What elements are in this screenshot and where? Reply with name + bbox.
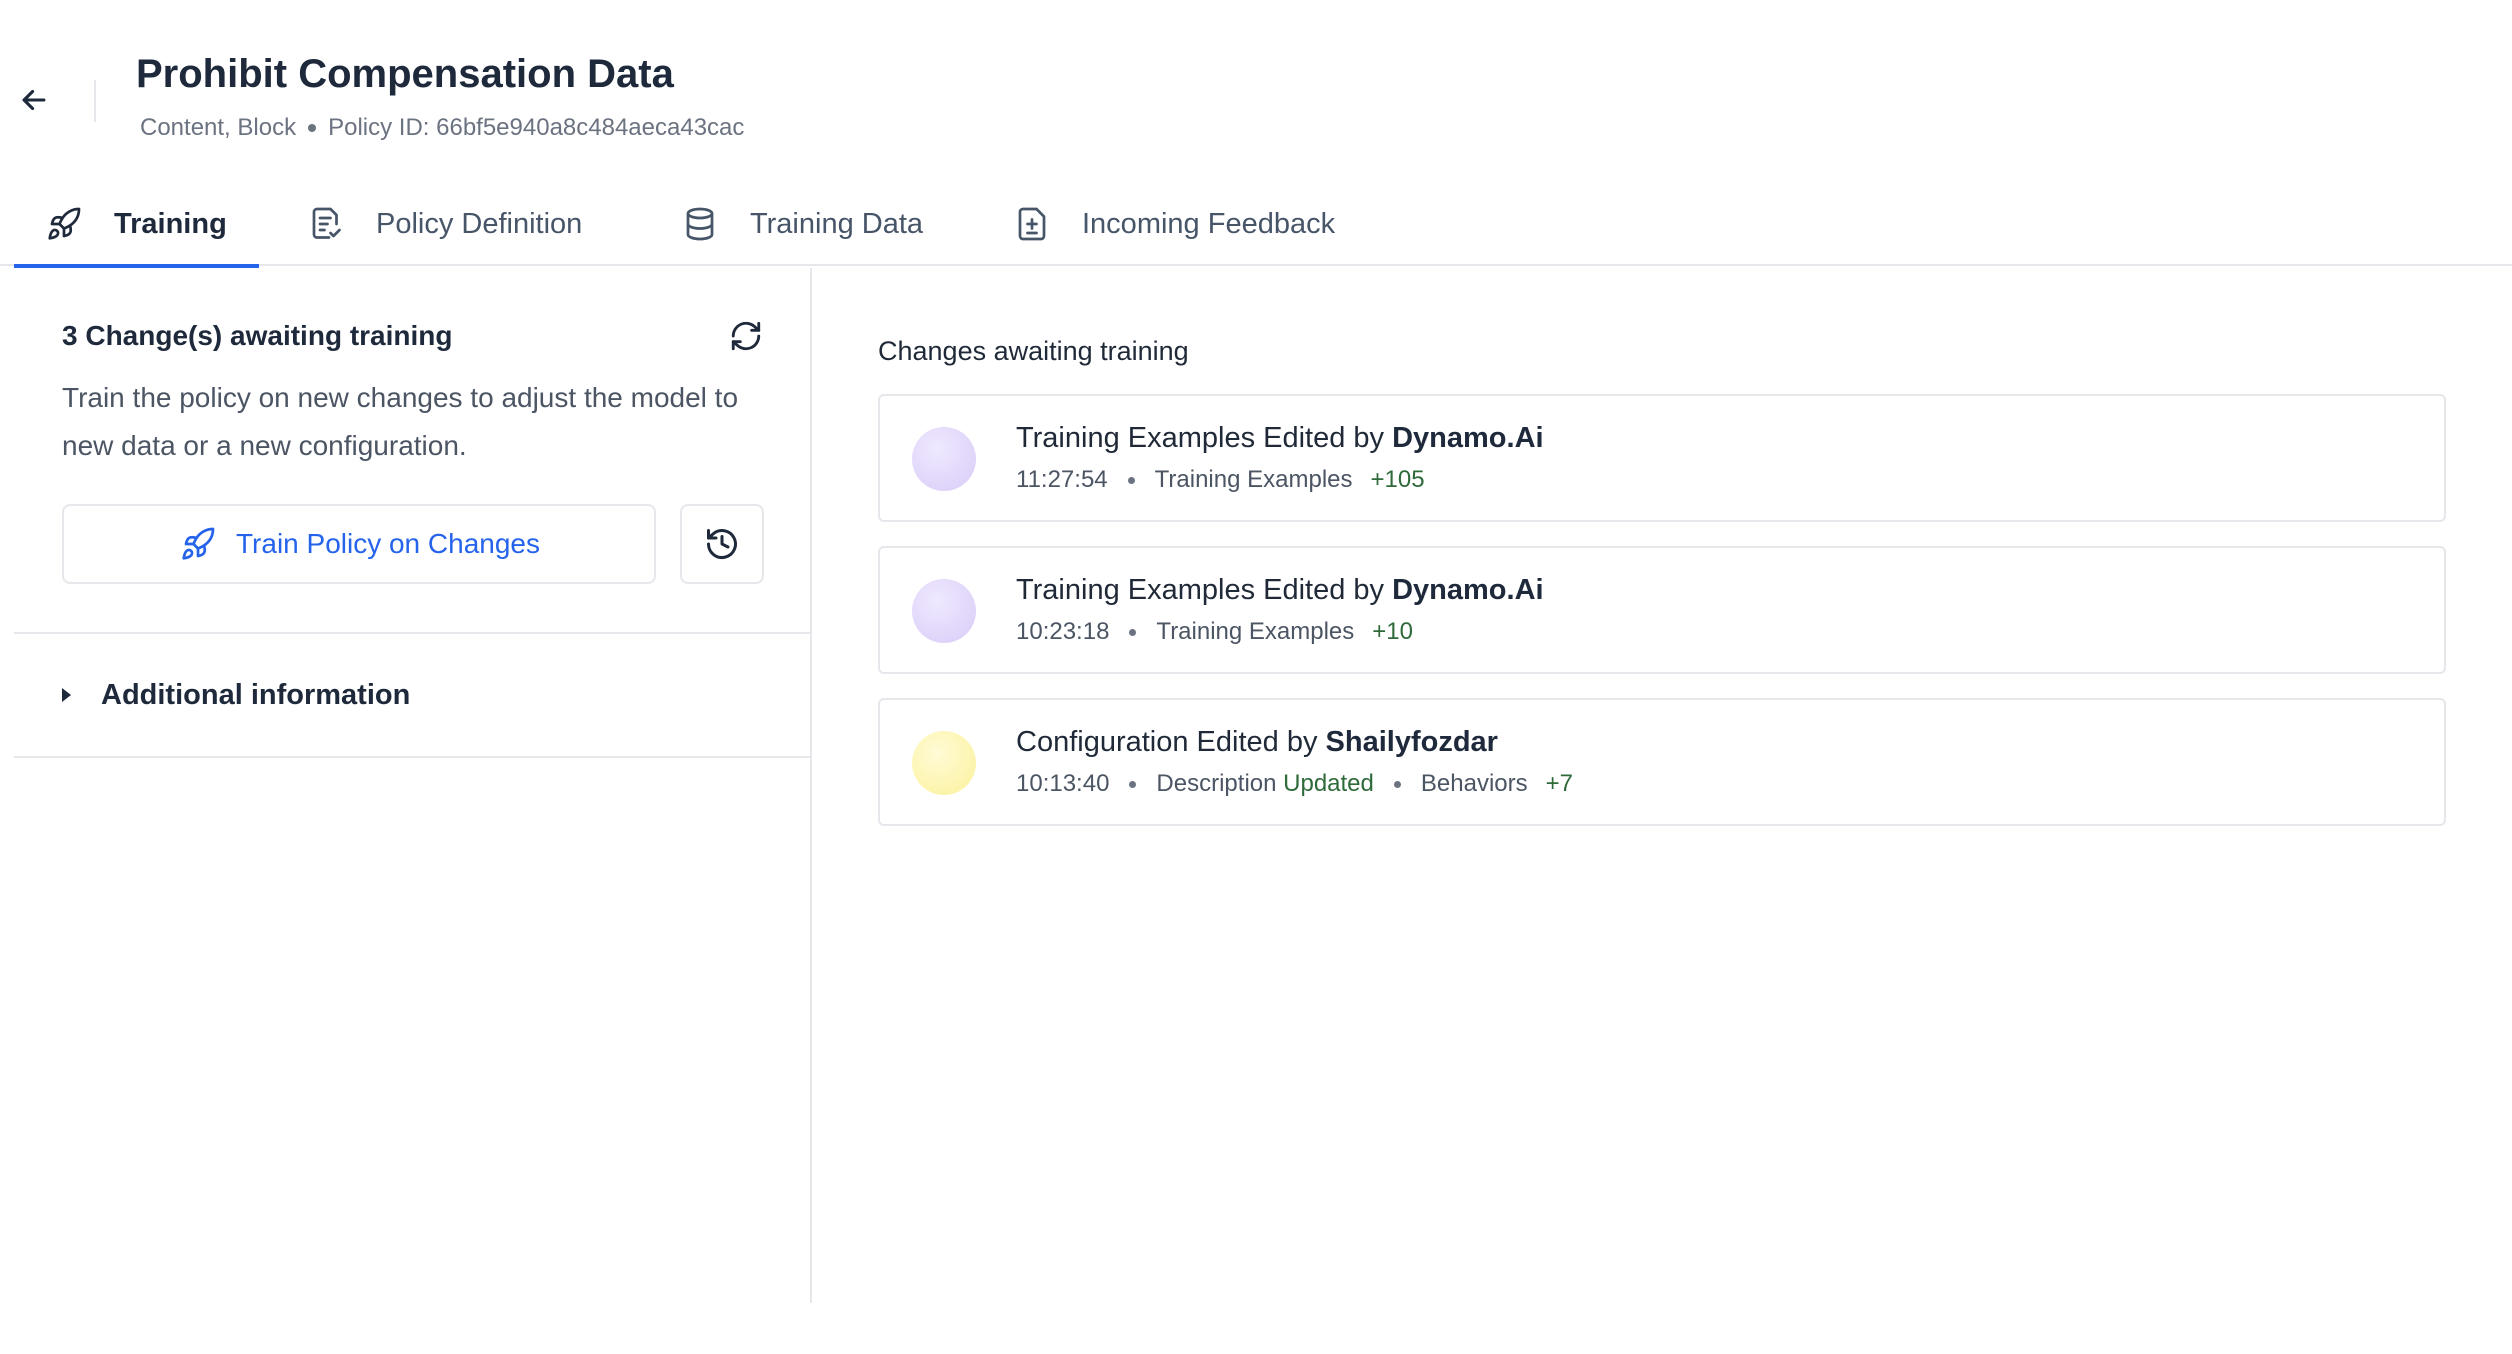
change-delta: +10: [1372, 618, 1413, 645]
training-summary-panel: 3 Change(s) awaiting training Train the …: [14, 268, 812, 1303]
awaiting-training-title: 3 Change(s) awaiting training: [62, 320, 453, 351]
changes-awaiting-title: Changes awaiting training: [878, 336, 1189, 366]
separator-dot: [308, 124, 317, 132]
refresh-button[interactable]: [726, 316, 766, 356]
change-title-prefix: Training Examples Edited by: [1016, 422, 1393, 454]
section-divider: [14, 756, 812, 758]
change-item[interactable]: Training Examples Edited by Dynamo.Ai 11…: [878, 394, 2446, 522]
avatar: [912, 731, 976, 795]
avatar: [912, 427, 976, 491]
change-time: 10:13:40: [1016, 770, 1110, 797]
change-status: Updated: [1283, 770, 1374, 797]
avatar: [912, 579, 976, 643]
separator-dot: [1127, 476, 1135, 484]
clipboard-check-icon: [306, 204, 346, 244]
change-delta: +7: [1545, 770, 1573, 797]
file-diff-icon: [1012, 204, 1052, 244]
tab-incoming-feedback[interactable]: Incoming Feedback: [1012, 182, 1335, 266]
additional-information-toggle[interactable]: Additional information: [14, 634, 812, 756]
change-title-prefix: Configuration Edited by: [1016, 726, 1326, 758]
change-meta: 11:27:54 Training Examples +105: [1016, 466, 1425, 494]
tab-bar: Training Policy Definition Training Data: [0, 182, 2512, 268]
history-icon: [707, 529, 737, 560]
change-category: Description: [1156, 770, 1277, 797]
tab-incoming-feedback-label: Incoming Feedback: [1082, 207, 1336, 240]
change-meta: 10:23:18 Training Examples +10: [1016, 618, 1413, 646]
tab-training[interactable]: Training: [14, 182, 259, 268]
change-item[interactable]: Configuration Edited by Shailyfozdar 10:…: [878, 698, 2446, 826]
policy-id: Policy ID: 66bf5e940a8c484aeca43cac: [328, 114, 745, 141]
change-category: Training Examples: [1156, 618, 1355, 645]
tab-policy-definition-label: Policy Definition: [376, 207, 583, 240]
separator-dot: [1129, 628, 1137, 636]
back-button[interactable]: [14, 80, 54, 120]
separator-dot: [1129, 780, 1137, 788]
change-time: 11:27:54: [1016, 466, 1108, 493]
change-author: Dynamo.Ai: [1392, 422, 1544, 454]
change-title: Training Examples Edited by Dynamo.Ai: [1016, 422, 1544, 455]
database-icon: [680, 204, 720, 244]
change-author: Dynamo.Ai: [1392, 574, 1544, 606]
train-policy-button-label: Train Policy on Changes: [235, 528, 540, 559]
tab-training-label: Training: [114, 207, 227, 240]
rocket-icon: [178, 524, 218, 564]
train-policy-button[interactable]: Train Policy on Changes: [62, 504, 656, 584]
change-time: 10:23:18: [1016, 618, 1110, 645]
additional-information-label: Additional information: [101, 678, 411, 711]
policy-tags: Content, Block: [140, 114, 297, 141]
policy-subtitle: Content, Block Policy ID: 66bf5e940a8c48…: [140, 114, 744, 142]
tab-training-data-label: Training Data: [750, 207, 924, 240]
change-title-prefix: Training Examples Edited by: [1016, 574, 1393, 606]
page-header: Prohibit Compensation Data Content, Bloc…: [0, 0, 2512, 150]
change-meta: 10:13:40 Description Updated Behaviors +…: [1016, 770, 1573, 798]
arrow-left-icon: [22, 89, 46, 111]
separator-dot: [1393, 780, 1401, 788]
training-history-button[interactable]: [680, 504, 764, 584]
header-divider: [94, 80, 96, 122]
caret-right-icon: [62, 688, 71, 702]
tab-policy-definition[interactable]: Policy Definition: [306, 182, 582, 266]
change-title: Configuration Edited by Shailyfozdar: [1016, 726, 1498, 759]
page-title: Prohibit Compensation Data: [136, 52, 674, 96]
refresh-icon: [731, 321, 761, 351]
change-title: Training Examples Edited by Dynamo.Ai: [1016, 574, 1544, 607]
change-author: Shailyfozdar: [1325, 726, 1498, 758]
change-category: Training Examples: [1154, 466, 1353, 493]
change-category-2: Behaviors: [1420, 770, 1528, 797]
rocket-icon: [44, 204, 84, 244]
change-delta: +105: [1370, 466, 1425, 493]
change-item[interactable]: Training Examples Edited by Dynamo.Ai 10…: [878, 546, 2446, 674]
tab-training-data[interactable]: Training Data: [680, 182, 923, 266]
awaiting-training-description: Train the policy on new changes to adjus…: [62, 382, 739, 461]
